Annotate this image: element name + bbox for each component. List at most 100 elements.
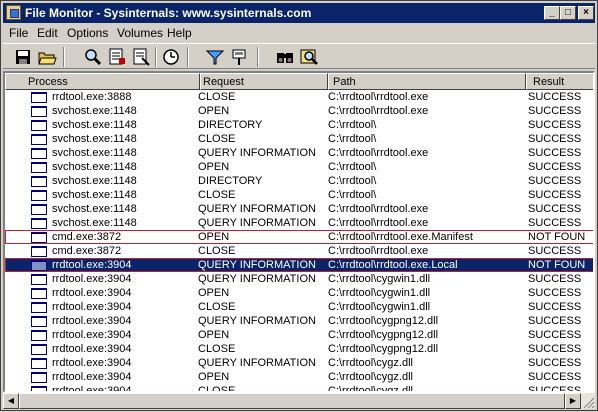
process-icon (31, 356, 47, 370)
process-icon (31, 216, 47, 230)
menu-bar: File Edit Options Volumes Help (3, 24, 595, 42)
table-row[interactable]: rrdtool.exe:3904 QUERY INFORMATION C:\rrdt… (5, 272, 593, 286)
table-row[interactable]: svchost.exe:1148 CLOSE C:\rrdtool\ SUCCESS (5, 132, 593, 146)
window-icon (31, 204, 47, 215)
window-icon (31, 288, 47, 299)
column-header-path[interactable]: Path (328, 73, 526, 90)
table-row[interactable]: rrdtool.exe:3904 OPEN C:\rrdtool\cygpng12.… (5, 328, 593, 342)
window-icon (31, 344, 47, 355)
table-row[interactable]: rrdtool.exe:3904 OPEN C:\rrdtool\cygz.dll S… (5, 370, 593, 384)
result-cell: SUCCESS (528, 147, 582, 159)
process-cell: rrdtool.exe:3904 (52, 273, 132, 285)
table-row[interactable]: rrdtool.exe:3904 CLOSE C:\rrdtool\cygpng12… (5, 342, 593, 356)
request-cell: CLOSE (198, 91, 236, 103)
request-cell: DIRECTORY (198, 119, 263, 131)
process-icon (31, 202, 47, 216)
horizontal-scrollbar[interactable]: ◀ ▶ (3, 393, 595, 409)
toolbar-separator (63, 47, 65, 67)
path-cell: C:\rrdtool\rrdtool.exe (328, 147, 429, 159)
binoculars-icon[interactable] (275, 47, 295, 67)
result-cell: NOT FOUN (528, 259, 586, 271)
path-cell: C:\rrdtool\cygpng12.dll (328, 315, 439, 327)
result-cell: SUCCESS (528, 161, 582, 173)
jump-icon[interactable] (299, 47, 319, 67)
request-cell: QUERY INFORMATION (198, 315, 316, 327)
window-icon (31, 134, 47, 145)
title-bar[interactable]: File Monitor - Sysinternals: www.sysinte… (3, 3, 595, 23)
window-icon (31, 106, 47, 117)
open-icon[interactable] (37, 47, 57, 67)
result-cell: SUCCESS (528, 329, 582, 341)
path-cell: C:\rrdtool\ (328, 119, 377, 131)
file-monitor-window: File Monitor - Sysinternals: www.sysinte… (0, 0, 598, 411)
table-row[interactable]: svchost.exe:1148 DIRECTORY C:\rrdtool\ SUCC… (5, 174, 593, 188)
result-cell: SUCCESS (528, 175, 582, 187)
scroll-right-arrow-icon[interactable]: ▶ (565, 393, 581, 409)
scrollbar-thumb[interactable] (19, 393, 565, 409)
column-header-process[interactable]: Process (5, 73, 200, 90)
table-row[interactable]: svchost.exe:1148 DIRECTORY C:\rrdtool\ SUCC… (5, 118, 593, 132)
path-cell: C:\rrdtool\cygz.dll (328, 357, 413, 369)
result-cell: SUCCESS (528, 133, 582, 145)
column-header-result[interactable]: Result (526, 73, 593, 90)
window-icon (31, 372, 47, 383)
process-icon (31, 272, 47, 286)
process-icon (31, 370, 47, 384)
maximize-button[interactable]: □ (560, 6, 576, 20)
capture-icon[interactable] (107, 47, 127, 67)
menu-help[interactable]: Help (167, 24, 192, 42)
table-row[interactable]: rrdtool.exe:3904 OPEN C:\rrdtool\cygwin1.d… (5, 286, 593, 300)
request-cell: QUERY INFORMATION (198, 147, 316, 159)
minimize-button[interactable]: _ (544, 6, 560, 20)
request-cell: CLOSE (198, 189, 236, 201)
table-row[interactable]: rrdtool.exe:3888 CLOSE C:\rrdtool\rrdtool.… (5, 90, 593, 104)
request-cell: OPEN (198, 371, 230, 383)
process-cell: rrdtool.exe:3904 (52, 357, 132, 369)
process-icon (31, 342, 47, 356)
table-row[interactable]: cmd.exe:3872 CLOSE C:\rrdtool\rrdtool.exe S… (5, 244, 593, 258)
table-row[interactable]: svchost.exe:1148 QUERY INFORMATION C:\rrdt… (5, 146, 593, 160)
path-cell: C:\rrdtool\ (328, 161, 377, 173)
menu-volumes[interactable]: Volumes (117, 24, 163, 42)
process-icon (31, 300, 47, 314)
table-row[interactable]: svchost.exe:1148 QUERY INFORMATION C:\rrdt… (5, 202, 593, 216)
window-icon (31, 302, 47, 313)
request-cell: CLOSE (198, 245, 236, 257)
menu-file[interactable]: File (9, 24, 28, 42)
column-header-request[interactable]: Request (200, 73, 328, 90)
filter-icon[interactable] (205, 47, 225, 67)
save-icon[interactable] (13, 47, 33, 67)
request-cell: CLOSE (198, 133, 236, 145)
table-row[interactable]: rrdtool.exe:3904 CLOSE C:\rrdtool\cygz.dll… (5, 384, 593, 391)
table-row[interactable]: svchost.exe:1148 CLOSE C:\rrdtool\ SUCCESS (5, 188, 593, 202)
result-cell: SUCCESS (528, 245, 582, 257)
table-row[interactable]: rrdtool.exe:3904 QUERY INFORMATION C:\rrdt… (5, 258, 593, 272)
table-row[interactable]: svchost.exe:1148 QUERY INFORMATION C:\rrdt… (5, 216, 593, 230)
table-row[interactable]: rrdtool.exe:3904 QUERY INFORMATION C:\rrdt… (5, 356, 593, 370)
highlight-icon[interactable] (229, 47, 249, 67)
process-cell: svchost.exe:1148 (52, 119, 137, 131)
menu-options[interactable]: Options (67, 24, 108, 42)
clock-icon[interactable] (161, 47, 181, 67)
window-icon (31, 176, 47, 187)
menu-edit[interactable]: Edit (37, 24, 58, 42)
path-cell: C:\rrdtool\ (328, 189, 377, 201)
close-button[interactable]: × (578, 6, 594, 20)
table-row[interactable]: rrdtool.exe:3904 QUERY INFORMATION C:\rrdt… (5, 314, 593, 328)
scroll-left-arrow-icon[interactable]: ◀ (3, 393, 19, 409)
table-row[interactable]: svchost.exe:1148 OPEN C:\rrdtool\ SUCCESS (5, 160, 593, 174)
event-list[interactable]: Process Request Path Result rrdtool.exe:… (3, 71, 595, 393)
window-icon (31, 92, 47, 103)
autoscroll-icon[interactable] (131, 47, 151, 67)
table-row[interactable]: svchost.exe:1148 OPEN C:\rrdtool\rrdtool.e… (5, 104, 593, 118)
path-cell: C:\rrdtool\ (328, 175, 377, 187)
request-cell: DIRECTORY (198, 175, 263, 187)
find-icon[interactable] (83, 47, 103, 67)
request-cell: QUERY INFORMATION (198, 217, 316, 229)
resize-grip-icon[interactable] (581, 395, 595, 409)
process-cell: rrdtool.exe:3904 (52, 259, 132, 271)
window-icon (31, 120, 47, 131)
table-row[interactable]: cmd.exe:3872 OPEN C:\rrdtool\rrdtool.exe.M… (5, 230, 593, 244)
table-row[interactable]: rrdtool.exe:3904 CLOSE C:\rrdtool\cygwin1.… (5, 300, 593, 314)
path-cell: C:\rrdtool\cygpng12.dll (328, 343, 439, 355)
